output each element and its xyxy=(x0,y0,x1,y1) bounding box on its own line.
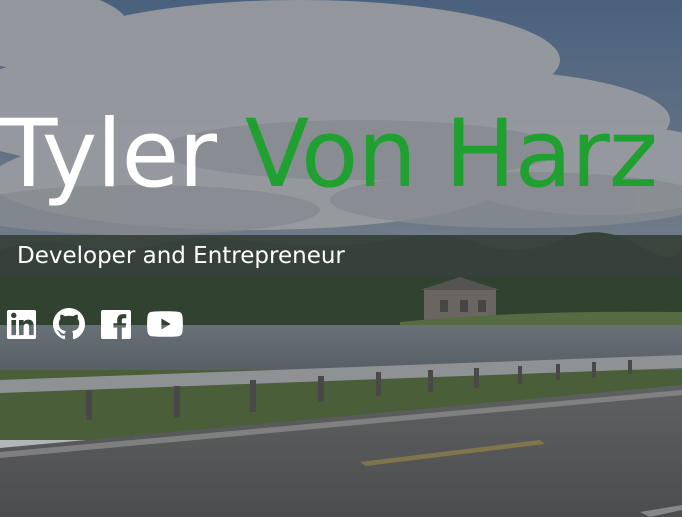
tagline: Developer and Entrepreneur xyxy=(17,243,345,269)
github-icon xyxy=(53,308,85,340)
facebook-icon xyxy=(101,309,131,339)
github-link[interactable] xyxy=(53,308,85,340)
first-name: Tyler xyxy=(0,100,217,209)
social-links xyxy=(6,308,183,340)
last-name: Von Harz xyxy=(244,100,658,209)
facebook-link[interactable] xyxy=(101,309,131,340)
hero-name: Tyler Von Harz xyxy=(0,108,658,202)
youtube-icon xyxy=(147,311,183,337)
linkedin-icon xyxy=(6,309,37,339)
hero-section: Tyler Von Harz Developer and Entrepreneu… xyxy=(0,0,682,517)
linkedin-link[interactable] xyxy=(6,309,37,340)
youtube-link[interactable] xyxy=(147,311,183,337)
